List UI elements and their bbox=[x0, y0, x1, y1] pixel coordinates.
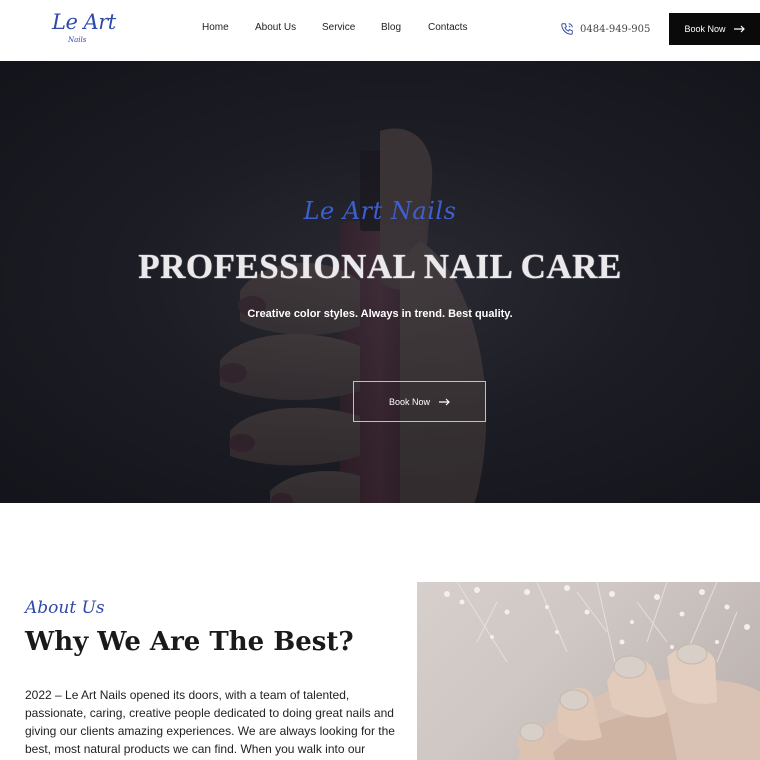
phone-link[interactable]: 0484-949-905 bbox=[560, 20, 650, 38]
hero-script-title: Le Art Nails bbox=[303, 197, 457, 225]
nav-contacts[interactable]: Contacts bbox=[428, 22, 467, 33]
book-now-hero-label: Book Now bbox=[388, 396, 431, 407]
nails-flowers-illustration bbox=[444, 582, 760, 760]
about-nails-image bbox=[417, 582, 760, 760]
nav-blog[interactable]: Blog bbox=[381, 22, 401, 33]
about-script-title: About Us bbox=[25, 598, 105, 618]
logo-main-text: Le Art bbox=[52, 10, 116, 34]
book-now-header-label: Book Now bbox=[684, 24, 726, 34]
arrow-right-icon bbox=[733, 25, 745, 33]
phone-icon bbox=[561, 23, 573, 35]
book-now-hero-button[interactable]: Book Now bbox=[353, 381, 486, 422]
site-header: Le Art Nails Home About Us Service Blog … bbox=[0, 0, 760, 61]
nav-about-us[interactable]: About Us bbox=[255, 22, 296, 33]
about-text: 2022 – Le Art Nails opened its doors, wi… bbox=[25, 688, 395, 756]
about-title: Why We Are The Best? bbox=[25, 627, 354, 657]
phone-number: 0484-949-905 bbox=[580, 23, 651, 35]
hero-section: Le Art Nails PROFESSIONAL NAIL CARE Crea… bbox=[0, 61, 760, 503]
logo[interactable]: Le Art Nails bbox=[52, 10, 116, 50]
hero-subtitle: Creative color styles. Always in trend. … bbox=[247, 308, 513, 320]
hero-title: PROFESSIONAL NAIL CARE bbox=[138, 247, 622, 286]
arrow-right-icon bbox=[439, 398, 450, 405]
nav-home[interactable]: Home bbox=[202, 22, 229, 33]
nav-service[interactable]: Service bbox=[322, 22, 355, 33]
logo-sub-text: Nails bbox=[68, 36, 87, 44]
book-now-header-button[interactable]: Book Now bbox=[669, 13, 760, 45]
